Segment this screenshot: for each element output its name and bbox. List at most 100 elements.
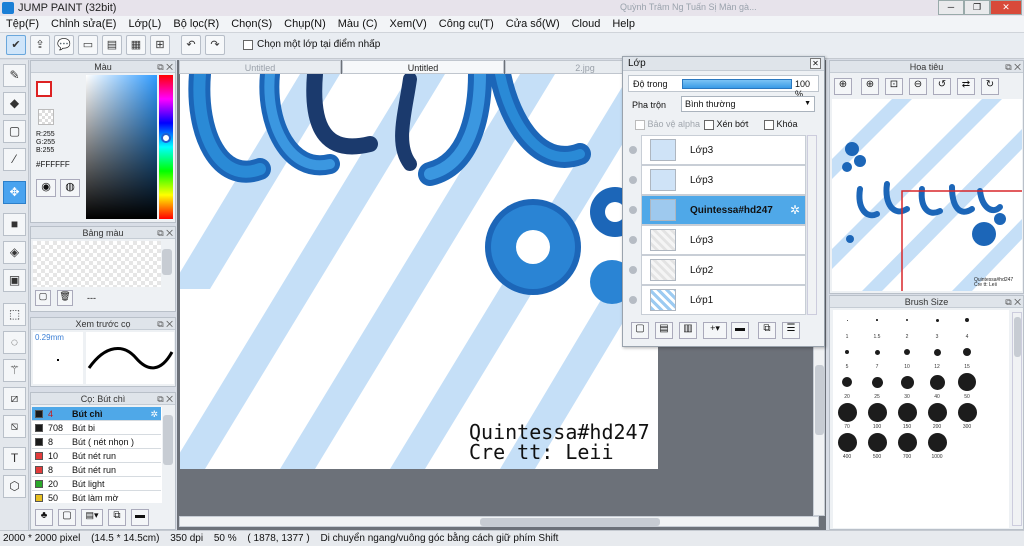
menu-item-0[interactable]: Tệp(F) bbox=[0, 18, 45, 30]
menu-item-11[interactable]: Help bbox=[606, 18, 641, 30]
panel-controls-icon[interactable]: ⧉ ✕ bbox=[157, 318, 173, 330]
document-icon[interactable]: ▤ bbox=[102, 35, 122, 55]
marquee-icon[interactable]: ⬚ bbox=[3, 303, 26, 326]
layer-window-close-icon[interactable]: ✕ bbox=[810, 58, 821, 69]
shape-tool-icon[interactable]: ⬡ bbox=[3, 475, 26, 498]
layer-list-scrollbar[interactable] bbox=[807, 135, 817, 315]
clip-option[interactable]: Xén bớt bbox=[704, 119, 748, 130]
menu-item-4[interactable]: Chọn(S) bbox=[225, 18, 278, 30]
line-tool-icon[interactable]: ⁄ bbox=[3, 148, 26, 171]
panel-controls-icon[interactable]: ⧉ ✕ bbox=[157, 227, 173, 239]
layer-row[interactable]: Lớp3 bbox=[629, 225, 806, 255]
panel-controls-icon[interactable]: ⧉ ✕ bbox=[1005, 61, 1021, 73]
panel-controls-icon[interactable]: ⧉ ✕ bbox=[157, 61, 173, 73]
brush-menu-icon[interactable]: ▤▾ bbox=[81, 509, 103, 526]
brush-size-option[interactable] bbox=[837, 432, 857, 452]
lasso-icon[interactable]: ◌ bbox=[3, 331, 26, 354]
pen-tool-icon[interactable]: ✎ bbox=[3, 64, 26, 87]
gradient-icon[interactable]: ▣ bbox=[3, 269, 26, 292]
brush-size-option[interactable] bbox=[904, 349, 910, 355]
zoom-plus-icon[interactable]: ⊕ bbox=[861, 78, 879, 95]
palette-swatch-area[interactable] bbox=[33, 241, 161, 287]
brush-item[interactable]: 8 Bút nét run bbox=[32, 463, 161, 477]
document-tab-2[interactable]: Untitled bbox=[342, 60, 504, 74]
brush-item[interactable]: 10 Bút nét run bbox=[32, 449, 161, 463]
brush-copy-icon[interactable]: ⧉ bbox=[108, 509, 126, 526]
brush-size-option[interactable] bbox=[906, 319, 908, 321]
brush-size-option[interactable] bbox=[837, 402, 857, 422]
close-window-button[interactable]: ✕ bbox=[990, 0, 1022, 15]
hue-slider-handle[interactable] bbox=[161, 133, 171, 143]
gear-icon[interactable]: ✲ bbox=[150, 407, 158, 421]
palette-scrollbar[interactable] bbox=[162, 249, 172, 275]
brush-size-option[interactable] bbox=[963, 348, 971, 356]
menu-item-9[interactable]: Cửa sổ(W) bbox=[500, 18, 566, 30]
opacity-slider[interactable] bbox=[682, 79, 792, 89]
layer-row[interactable]: Lớp2 bbox=[629, 255, 806, 285]
brush-size-option[interactable] bbox=[867, 402, 887, 422]
brush-size-option[interactable] bbox=[871, 376, 883, 388]
brush-size-option[interactable] bbox=[874, 349, 880, 355]
color-wheel-icon[interactable]: ◉ bbox=[36, 179, 56, 197]
fit-window-icon[interactable]: ⊡ bbox=[885, 78, 903, 95]
layer-settings-icon[interactable]: ☰ bbox=[782, 322, 800, 339]
fill-rect-icon[interactable]: ■ bbox=[3, 213, 26, 236]
layer-visibility-icon[interactable] bbox=[629, 236, 637, 244]
brush-size-option[interactable] bbox=[933, 348, 941, 356]
brush-size-scrollbar[interactable] bbox=[1012, 312, 1022, 526]
brush-size-option[interactable] bbox=[897, 402, 917, 422]
add-layer-menu-icon[interactable]: +▾ bbox=[703, 322, 727, 339]
delete-palette-icon[interactable]: 🗑 bbox=[57, 290, 73, 306]
rotate-right-icon[interactable]: ↻ bbox=[981, 78, 999, 95]
layer-row[interactable]: Lớp1 bbox=[629, 285, 806, 315]
select-pen-icon[interactable]: ⧄ bbox=[3, 387, 26, 410]
foreground-color-swatch[interactable] bbox=[36, 81, 52, 97]
menu-item-5[interactable]: Chụp(N) bbox=[278, 18, 332, 30]
rotate-left-icon[interactable]: ↺ bbox=[933, 78, 951, 95]
menu-item-3[interactable]: Bộ lọc(R) bbox=[167, 18, 225, 30]
canvas-horizontal-scrollbar[interactable] bbox=[179, 516, 819, 527]
brush-list-scrollbar[interactable] bbox=[163, 415, 173, 465]
protect-alpha-option[interactable]: Bảo vệ alpha bbox=[635, 119, 700, 130]
chat-icon[interactable]: 💬 bbox=[54, 35, 74, 55]
new-layer-icon[interactable]: ▢ bbox=[631, 322, 649, 339]
maximize-button[interactable]: ❐ bbox=[964, 0, 990, 15]
layer-visibility-icon[interactable] bbox=[629, 146, 637, 154]
panel-controls-icon[interactable]: ⧉ ✕ bbox=[157, 393, 173, 405]
bucket-icon[interactable]: ◈ bbox=[3, 241, 26, 264]
color-set-icon[interactable]: ◍ bbox=[60, 179, 80, 197]
menu-item-2[interactable]: Lớp(L) bbox=[122, 18, 167, 30]
hue-slider[interactable] bbox=[159, 75, 173, 219]
brush-size-option[interactable] bbox=[897, 432, 917, 452]
brush-size-option[interactable] bbox=[867, 432, 887, 452]
menu-item-10[interactable]: Cloud bbox=[566, 18, 607, 30]
brush-size-option[interactable] bbox=[935, 318, 939, 322]
layer-visibility-icon[interactable] bbox=[629, 296, 637, 304]
select-mode-icon[interactable]: ✔ bbox=[6, 35, 26, 55]
brush-size-option[interactable] bbox=[965, 318, 969, 322]
minimize-button[interactable]: ─ bbox=[938, 0, 964, 15]
duplicate-layer-icon[interactable]: ⧉ bbox=[758, 322, 776, 339]
layer-folder-icon[interactable]: ▬ bbox=[731, 322, 749, 339]
layer-row[interactable]: Lớp3 bbox=[629, 165, 806, 195]
brush-size-option[interactable] bbox=[957, 402, 977, 422]
text-tool-icon[interactable]: T bbox=[3, 447, 26, 470]
export-icon[interactable]: ⇪ bbox=[30, 35, 50, 55]
panel-controls-icon[interactable]: ⧉ ✕ bbox=[1005, 296, 1021, 308]
brush-folder-icon[interactable]: ▬ bbox=[131, 509, 149, 526]
new-text-layer-icon[interactable]: ▤ bbox=[655, 322, 673, 339]
saturation-value-picker[interactable] bbox=[86, 75, 157, 219]
brush-size-option[interactable] bbox=[927, 402, 947, 422]
menu-item-6[interactable]: Màu (C) bbox=[332, 18, 384, 30]
menu-item-1[interactable]: Chỉnh sửa(E) bbox=[45, 18, 122, 30]
rectangle-select-icon[interactable]: ▢ bbox=[3, 120, 26, 143]
undo-icon[interactable]: ↶ bbox=[181, 35, 201, 55]
brush-settings-icon[interactable]: ♣ bbox=[35, 509, 53, 526]
brush-item[interactable]: 8 Bút ( nét nhọn ) bbox=[32, 435, 161, 449]
drawing-canvas[interactable]: Quintessa#hd247 Cre tt: Leii bbox=[180, 74, 658, 469]
comment-icon[interactable]: ▭ bbox=[78, 35, 98, 55]
flip-icon[interactable]: ⇄ bbox=[957, 78, 975, 95]
transparent-color-swatch[interactable] bbox=[38, 109, 54, 125]
brush-item[interactable]: 708 Bút bi bbox=[32, 421, 161, 435]
redo-icon[interactable]: ↷ bbox=[205, 35, 225, 55]
